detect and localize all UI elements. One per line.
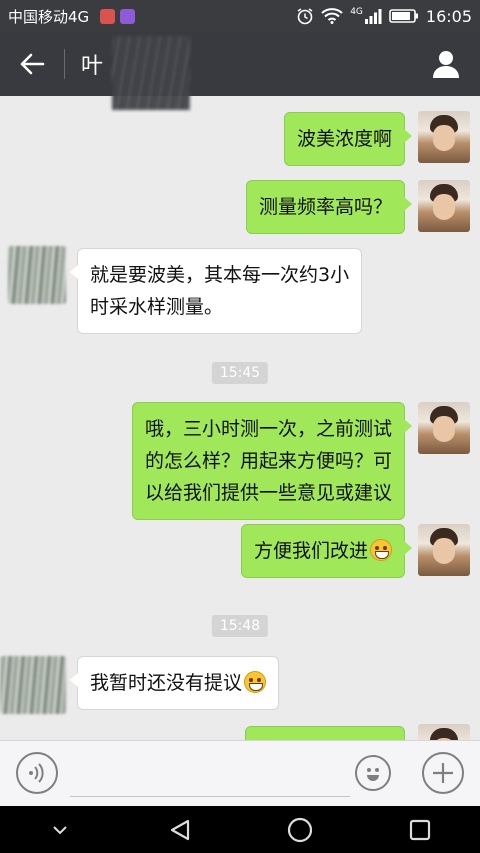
self-avatar[interactable] bbox=[418, 402, 470, 454]
message-text-line: 时采水样测量。 bbox=[90, 296, 224, 318]
timestamp-label: 15:45 bbox=[211, 362, 269, 384]
message-input[interactable] bbox=[70, 759, 350, 797]
contact-avatar[interactable] bbox=[0, 656, 66, 714]
clock: 16:05 bbox=[425, 6, 472, 26]
message-text: 测量频率高吗？ bbox=[258, 196, 392, 218]
home-circle-icon bbox=[287, 817, 313, 842]
input-bar bbox=[0, 740, 480, 806]
message-text: 方便我们改进 bbox=[253, 540, 368, 562]
add-more-button[interactable] bbox=[422, 752, 464, 794]
voice-button[interactable] bbox=[16, 752, 58, 794]
person-icon bbox=[433, 51, 459, 78]
back-button[interactable] bbox=[0, 32, 64, 96]
message-text-line: 以给我们提供一些意见或建议 bbox=[144, 482, 392, 504]
timestamp-label: 15:48 bbox=[211, 615, 269, 637]
title-divider bbox=[64, 49, 65, 79]
chevron-down-icon bbox=[53, 825, 67, 834]
gallery-notification-icon bbox=[120, 8, 136, 24]
contact-profile-button[interactable] bbox=[430, 48, 462, 80]
message-list[interactable]: 波美浓度啊 测量频率高吗？ 就是要波美，其本每一次约3小 时采水样测量。 15:… bbox=[0, 96, 480, 740]
message-bubble-self[interactable]: 波美浓度啊 bbox=[283, 112, 413, 166]
message-text: 波美浓度啊 bbox=[296, 128, 392, 150]
nav-recents-button[interactable] bbox=[390, 810, 450, 850]
message-bubble-other[interactable]: 我暂时还没有提议 bbox=[69, 656, 280, 710]
chat-title: 叶 bbox=[81, 54, 105, 79]
recents-square-icon bbox=[409, 819, 431, 840]
grin-emoji-icon bbox=[370, 539, 392, 561]
emoji-button[interactable] bbox=[355, 755, 391, 791]
title-bar: 叶 bbox=[0, 32, 480, 110]
back-arrow-icon bbox=[20, 53, 45, 75]
self-avatar[interactable] bbox=[418, 724, 470, 740]
system-nav-bar bbox=[0, 806, 480, 853]
message-bubble-self[interactable]: 测量频率高吗？ bbox=[245, 180, 413, 234]
contact-avatar[interactable] bbox=[8, 246, 66, 304]
network-type-label: 4G bbox=[350, 7, 363, 17]
nav-back-button[interactable] bbox=[150, 810, 210, 850]
back-triangle-icon bbox=[170, 819, 190, 840]
smile-icon bbox=[367, 768, 379, 781]
message-text: 我暂时还没有提议 bbox=[90, 672, 243, 694]
grin-emoji-icon bbox=[244, 671, 267, 693]
hide-nav-button[interactable] bbox=[30, 810, 90, 850]
nav-home-button[interactable] bbox=[270, 810, 330, 850]
status-bar: 中国移动4G 4G 16:05 bbox=[0, 0, 480, 32]
message-bubble-other[interactable]: 就是要波美，其本每一次约3小 时采水样测量。 bbox=[69, 248, 363, 334]
voice-icon bbox=[29, 763, 44, 783]
message-text-line: 就是要波美，其本每一次约3小 bbox=[90, 264, 350, 286]
alarm-icon bbox=[297, 8, 313, 25]
self-avatar[interactable] bbox=[418, 111, 470, 163]
message-text-line: 的怎么样？用起来方便吗？可 bbox=[144, 450, 392, 472]
wifi-icon bbox=[321, 8, 343, 24]
self-avatar[interactable] bbox=[418, 180, 470, 232]
battery-icon bbox=[389, 9, 418, 23]
message-bubble-self[interactable]: 方便我们改进 bbox=[240, 524, 413, 578]
message-bubble-self[interactable]: 哦，三小时测一次，之前测试 的怎么样？用起来方便吗？可 以给我们提供一些意见或建… bbox=[131, 402, 413, 520]
message-text-line: 哦，三小时测一次，之前测试 bbox=[144, 418, 392, 440]
app-notification-icon bbox=[100, 8, 116, 24]
self-avatar[interactable] bbox=[418, 524, 470, 576]
carrier-label: 中国移动4G bbox=[8, 7, 90, 26]
plus-icon bbox=[433, 763, 453, 783]
message-bubble-self-partial[interactable] bbox=[245, 726, 405, 740]
signal-icon bbox=[364, 9, 382, 24]
